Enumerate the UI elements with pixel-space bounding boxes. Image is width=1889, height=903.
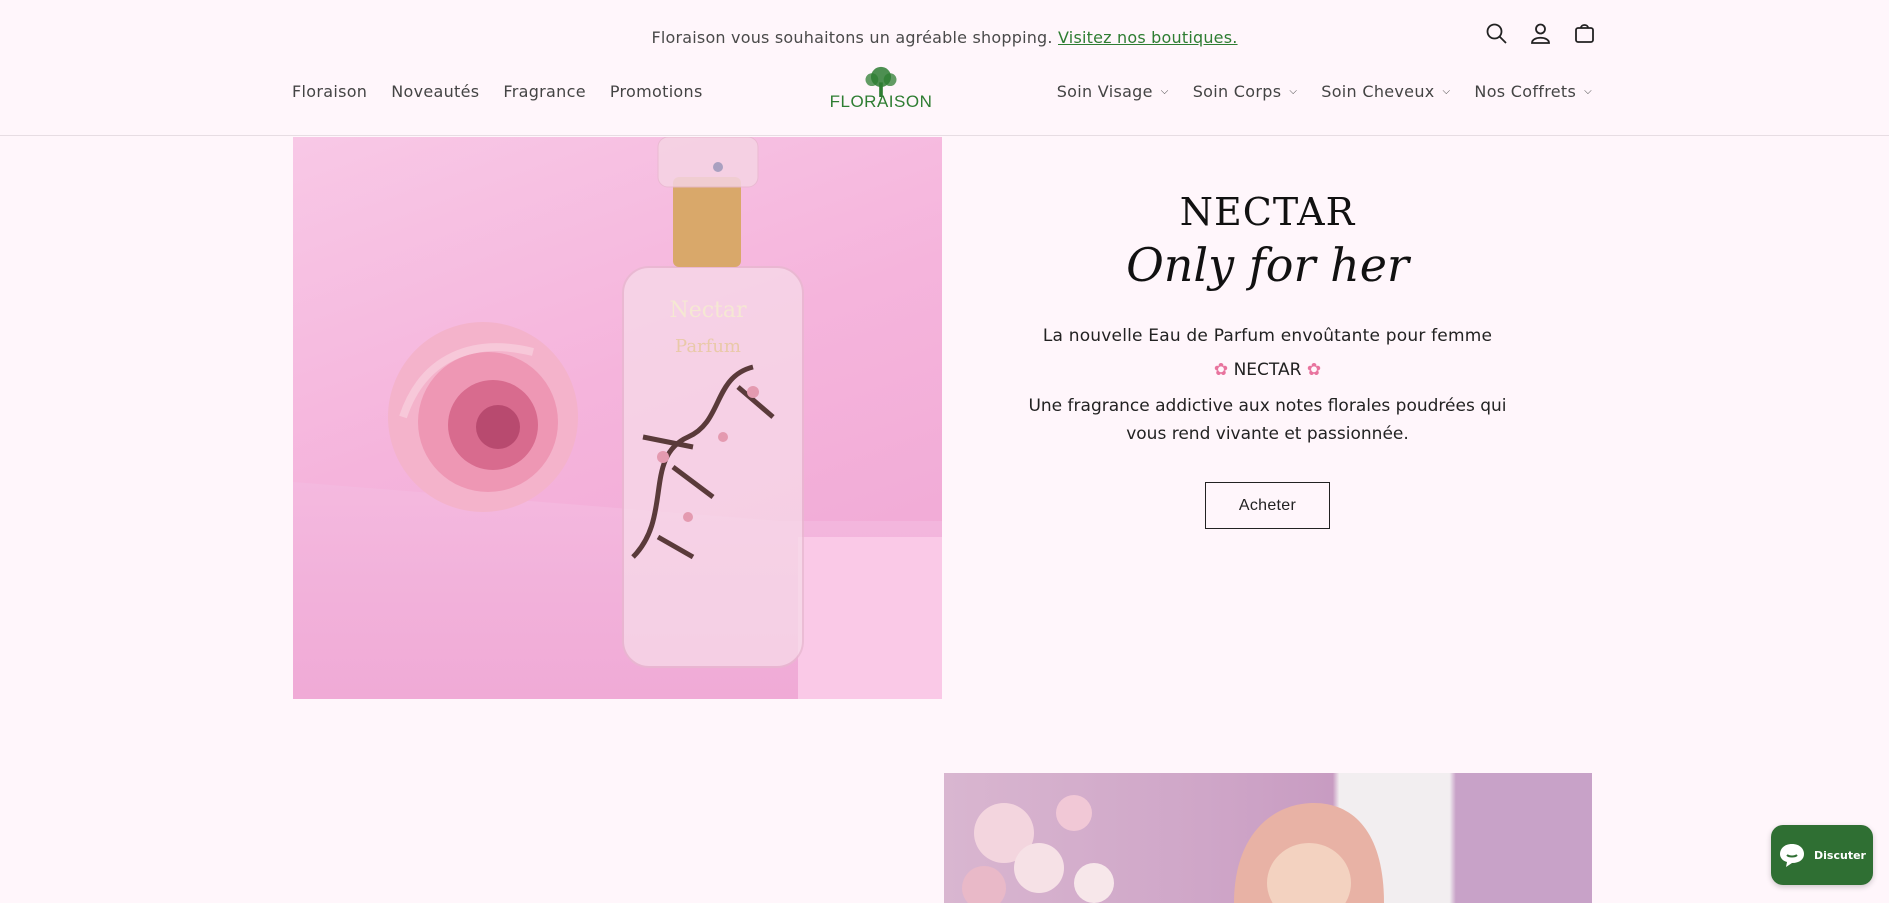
nav-floraison[interactable]: Floraison: [292, 82, 367, 101]
bottle-label-text: Nectar: [669, 298, 747, 323]
chat-bubble-icon: [1780, 844, 1805, 867]
chevron-down-icon: ⌵: [1442, 86, 1451, 97]
hero-content: NECTAR Only for her La nouvelle Eau de P…: [1000, 190, 1535, 529]
chevron-down-icon: ⌵: [1160, 86, 1169, 97]
hero-description: Une fragrance addictive aux notes floral…: [1028, 396, 1507, 444]
header-divider: [0, 135, 1889, 136]
nav-promotions[interactable]: Promotions: [610, 82, 703, 101]
header-icons: [1485, 22, 1595, 44]
flower-icon: ✿: [1213, 360, 1229, 380]
chat-label: Discuter: [1814, 848, 1866, 862]
announcement-bar: Floraison vous souhaitons un agréable sh…: [0, 0, 1889, 74]
nav-soin-cheveux[interactable]: Soin Cheveux ⌵: [1321, 82, 1450, 101]
primary-nav-right: Soin Visage ⌵ Soin Corps ⌵ Soin Cheveux …: [1057, 82, 1592, 101]
nav-fragrance[interactable]: Fragrance: [503, 82, 585, 101]
hero-product-name: NECTAR: [1233, 360, 1302, 380]
nav-label: Soin Visage: [1056, 82, 1153, 101]
chat-widget-button[interactable]: Discuter: [1771, 825, 1873, 885]
nav-label: Soin Corps: [1192, 82, 1282, 101]
nav-soin-visage[interactable]: Soin Visage ⌵: [1057, 82, 1169, 101]
nav-noveautes[interactable]: Noveautés: [391, 82, 479, 101]
buy-button[interactable]: Acheter: [1205, 482, 1330, 529]
hero-title: NECTAR: [1179, 190, 1356, 234]
perfume-illustration: Nectar Parfum: [388, 137, 804, 668]
account-icon[interactable]: [1529, 22, 1551, 44]
nav-label: Nos Coffrets: [1474, 82, 1577, 101]
hero-product-name-line: ✿ NECTAR ✿: [1000, 360, 1535, 380]
cart-icon[interactable]: [1573, 22, 1595, 44]
stores-link[interactable]: Visitez nos boutiques.: [1058, 28, 1238, 47]
hero-tagline: Only for her: [1126, 238, 1409, 292]
nav-soin-corps[interactable]: Soin Corps ⌵: [1193, 82, 1298, 101]
announcement-text: Floraison vous souhaitons un agréable sh…: [651, 28, 1053, 47]
nav-nos-coffrets[interactable]: Nos Coffrets ⌵: [1474, 82, 1592, 101]
flower-icon: ✿: [1306, 360, 1322, 380]
hero-product-image: Nectar Parfum: [293, 137, 942, 699]
nav-label: Soin Cheveux: [1321, 82, 1435, 101]
site-logo[interactable]: FLORAISON: [830, 66, 932, 110]
chevron-down-icon: ⌵: [1289, 86, 1298, 97]
lifestyle-illustration: [962, 795, 1384, 903]
hero-subtitle: La nouvelle Eau de Parfum envoûtante pou…: [1042, 326, 1493, 346]
logo-text: FLORAISON: [829, 92, 933, 111]
search-icon[interactable]: [1485, 22, 1507, 44]
primary-nav-left: Floraison Noveautés Fragrance Promotions: [292, 82, 703, 101]
lifestyle-image: [944, 773, 1592, 903]
chevron-down-icon: ⌵: [1584, 86, 1592, 97]
bottle-label-subtext: Parfum: [675, 336, 741, 357]
